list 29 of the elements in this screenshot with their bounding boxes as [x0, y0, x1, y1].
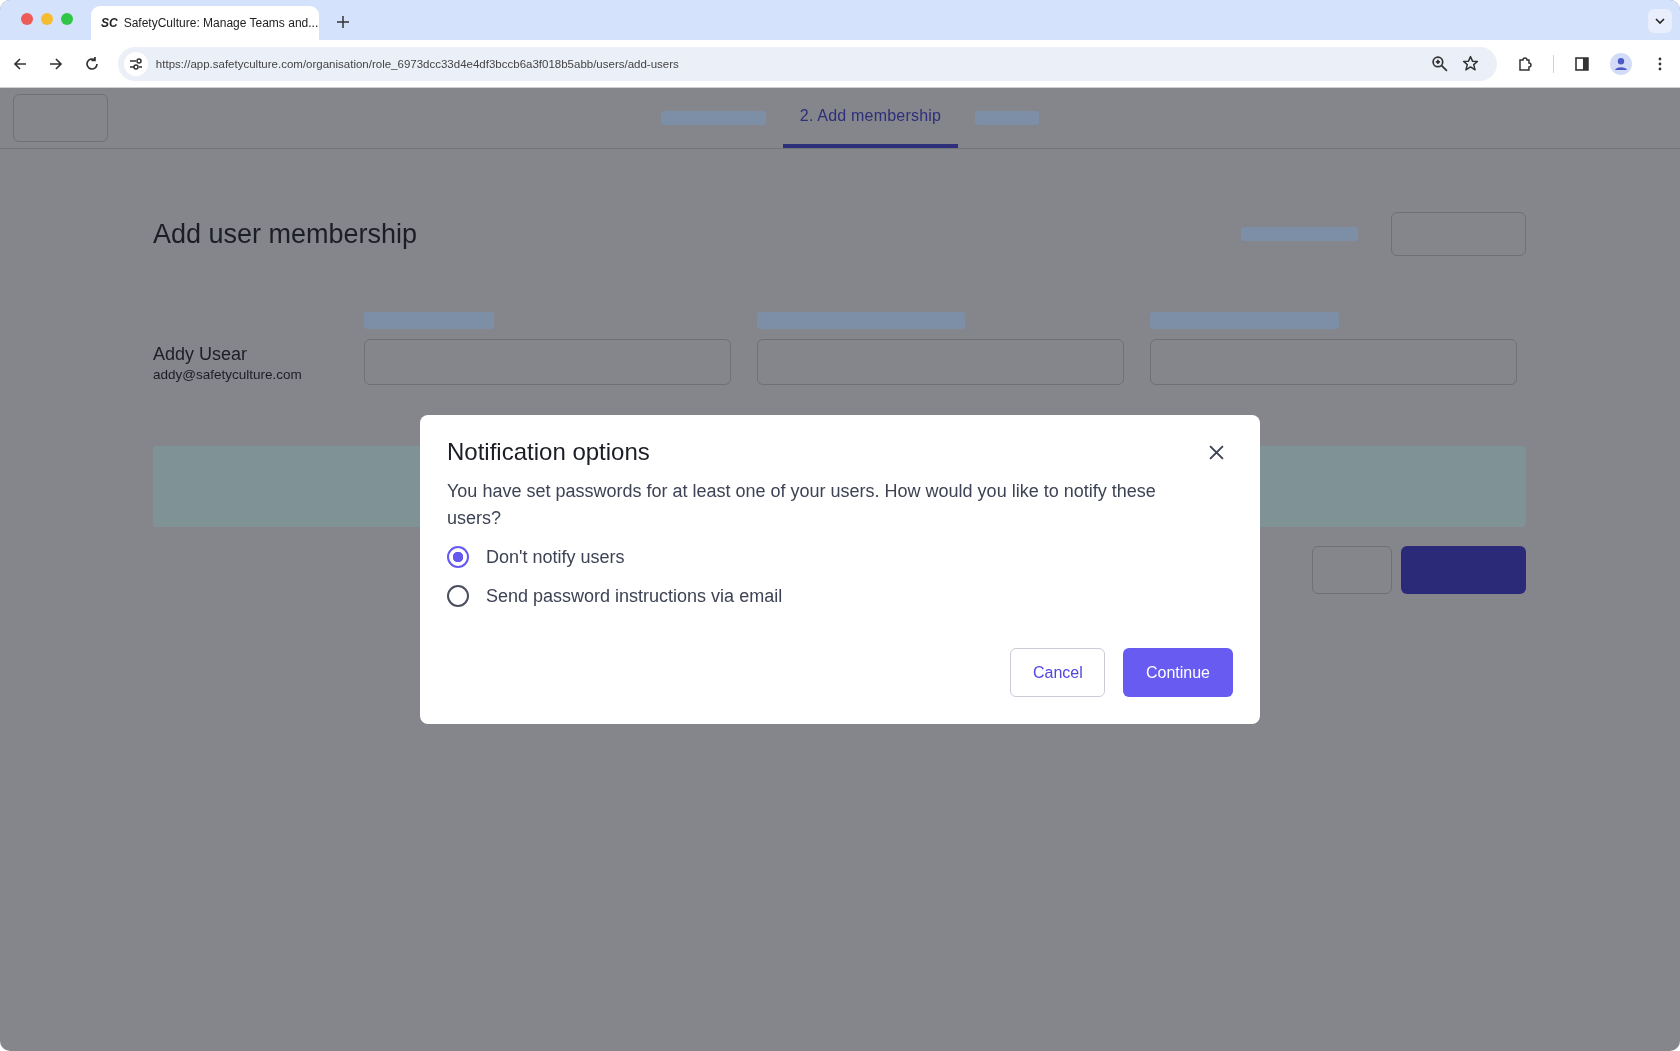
- continue-button[interactable]: Continue: [1123, 648, 1233, 697]
- cancel-button[interactable]: Cancel: [1010, 648, 1105, 697]
- star-icon[interactable]: [1462, 55, 1480, 72]
- user-name: Addy Usear: [153, 344, 249, 365]
- chevron-down-icon: [1655, 18, 1665, 24]
- tab-title: SafetyCulture: Manage Teams and...: [123, 16, 319, 30]
- close-window-icon[interactable]: [21, 13, 33, 25]
- option-label[interactable]: Send password instructions via email: [486, 585, 783, 607]
- site-logo: SC: [101, 16, 118, 30]
- radio-button[interactable]: [447, 585, 469, 607]
- option-label[interactable]: Don't notify users: [486, 546, 625, 568]
- plus-icon[interactable]: [337, 16, 349, 28]
- address-bar[interactable]: https://app.safetyculture.com/organisation/role_6973dcc33d4e4df3bccb6a3f018b5abb/users/add-users: [117, 46, 1498, 81]
- forward-icon[interactable]: [47, 55, 64, 72]
- side-panel-icon[interactable]: [1574, 55, 1591, 72]
- zoom-icon[interactable]: [1431, 55, 1449, 72]
- puzzle-icon[interactable]: [1517, 55, 1534, 72]
- user-email: addy@safetyculture.com: [153, 367, 303, 382]
- reload-icon[interactable]: [83, 55, 100, 72]
- tab-list-button[interactable]: [1648, 9, 1672, 33]
- close-icon[interactable]: [1209, 444, 1224, 460]
- browser-tab[interactable]: SC SafetyCulture: Manage Teams and...: [91, 6, 319, 40]
- site-settings-icon[interactable]: [123, 51, 148, 76]
- page-title: Add user membership: [153, 218, 418, 250]
- url-text: https://app.safetyculture.com/organisation/role_6973dcc33d4e4df3bccb6a3f018b5abb/users/add-users: [155, 57, 679, 70]
- dialog-message: You have set passwords for at least one of your users. How would you like to notify these users?: [447, 480, 1157, 530]
- profile-icon[interactable]: [1610, 52, 1633, 75]
- radio-button[interactable]: [447, 546, 469, 568]
- dialog-title: Notification options: [447, 438, 650, 466]
